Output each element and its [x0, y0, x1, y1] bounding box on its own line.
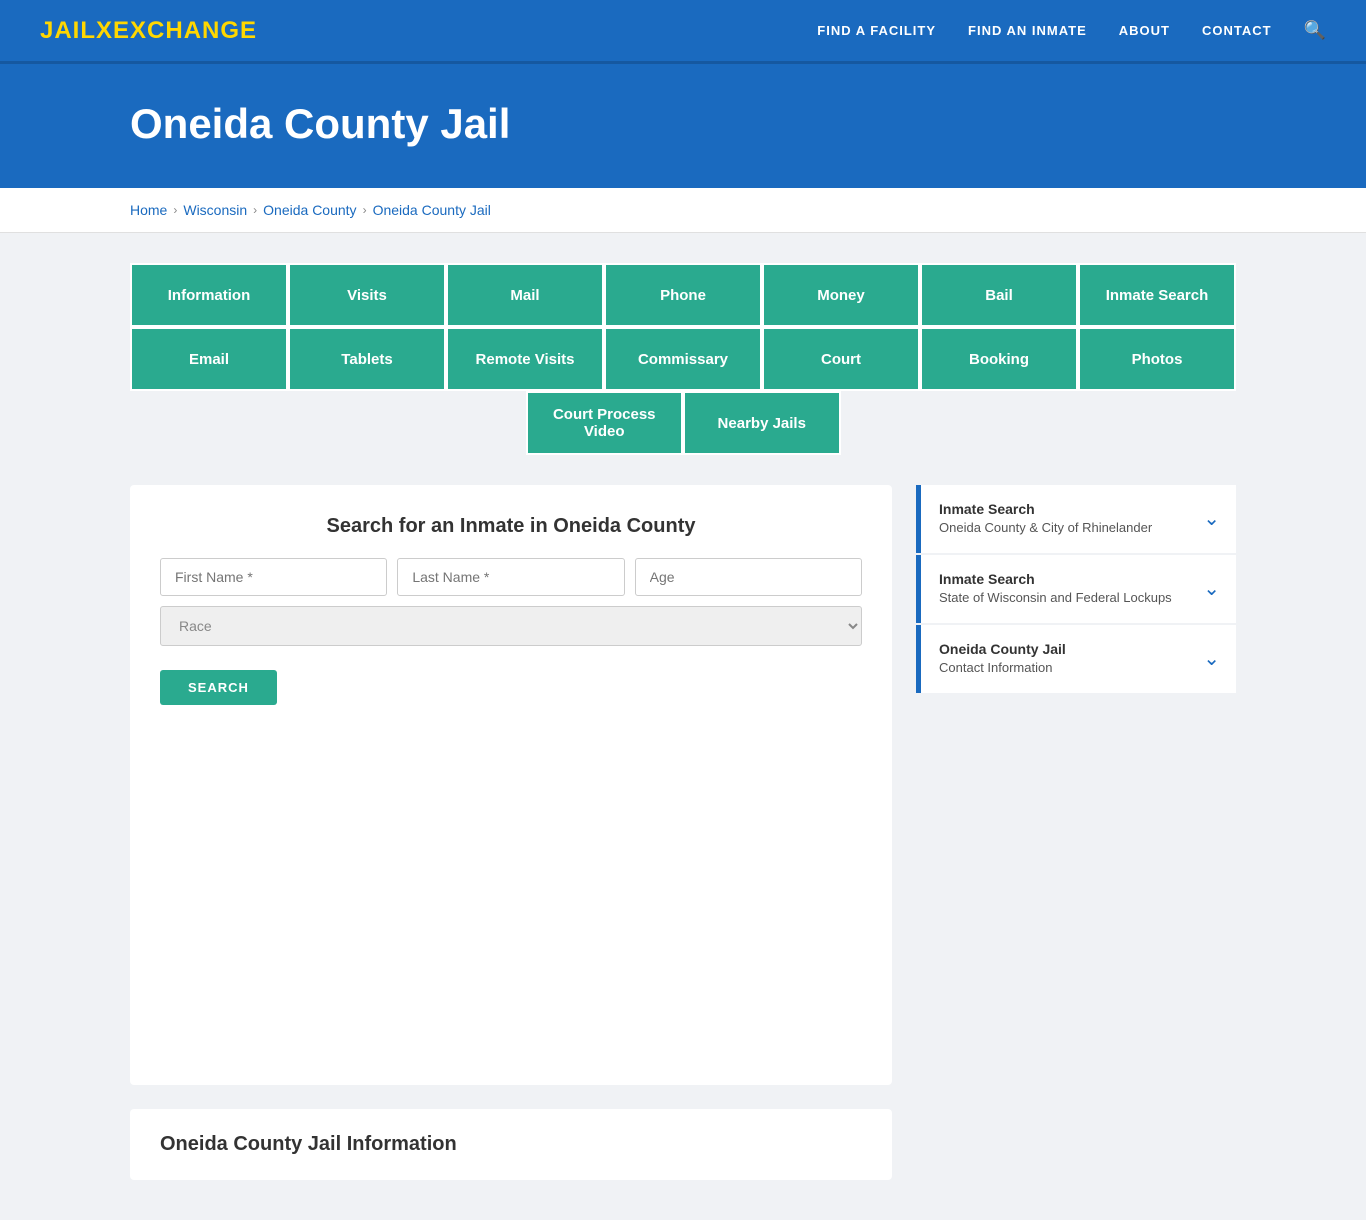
sidebar-item-text-contact: Oneida County Jail Contact Information: [939, 641, 1066, 677]
button-row-2: Email Tablets Remote Visits Commissary C…: [130, 327, 1236, 391]
race-select[interactable]: Race White Black Hispanic Asian Other: [160, 606, 862, 646]
btn-remote-visits[interactable]: Remote Visits: [446, 327, 604, 391]
button-row-3: Court Process Video Nearby Jails: [526, 391, 841, 455]
button-row-1: Information Visits Mail Phone Money Bail…: [130, 263, 1236, 327]
btn-bail[interactable]: Bail: [920, 263, 1078, 327]
site-logo[interactable]: JAILXEXCHANGE: [40, 17, 257, 45]
breadcrumb: Home › Wisconsin › Oneida County › Oneid…: [130, 202, 1236, 218]
sidebar-item-text-wisconsin: Inmate Search State of Wisconsin and Fed…: [939, 571, 1172, 607]
page-title: Oneida County Jail: [130, 100, 1236, 148]
search-form: Race White Black Hispanic Asian Other: [160, 558, 862, 646]
btn-nearby-jails[interactable]: Nearby Jails: [683, 391, 841, 455]
nav-find-facility[interactable]: FIND A FACILITY: [817, 23, 936, 38]
btn-visits[interactable]: Visits: [288, 263, 446, 327]
btn-mail[interactable]: Mail: [446, 263, 604, 327]
nav-find-inmate[interactable]: FIND AN INMATE: [968, 23, 1087, 38]
nav-about[interactable]: ABOUT: [1119, 23, 1170, 38]
nav-contact[interactable]: CONTACT: [1202, 23, 1272, 38]
search-panel-title: Search for an Inmate in Oneida County: [160, 515, 862, 538]
breadcrumb-home[interactable]: Home: [130, 202, 167, 218]
btn-court-process-video[interactable]: Court Process Video: [526, 391, 684, 455]
sidebar-item-subtext-wisconsin: State of Wisconsin and Federal Lockups: [939, 590, 1172, 607]
sidebar-item-subtext-contact: Contact Information: [939, 660, 1066, 677]
lower-section: Search for an Inmate in Oneida County Ra…: [130, 485, 1236, 1180]
first-name-input[interactable]: [160, 558, 387, 596]
chevron-down-icon-oneida: ⌄: [1203, 506, 1220, 531]
logo-jail: JAIL: [40, 17, 96, 44]
sidebar-item-heading-wisconsin: Inmate Search: [939, 571, 1172, 587]
btn-email[interactable]: Email: [130, 327, 288, 391]
breadcrumb-wisconsin[interactable]: Wisconsin: [183, 202, 247, 218]
breadcrumb-current: Oneida County Jail: [373, 202, 491, 218]
sidebar-item-text-oneida: Inmate Search Oneida County & City of Rh…: [939, 501, 1152, 537]
sidebar-item-inmate-search-oneida[interactable]: Inmate Search Oneida County & City of Rh…: [916, 485, 1236, 553]
chevron-down-icon-wisconsin: ⌄: [1203, 576, 1220, 601]
breadcrumb-oneida-county[interactable]: Oneida County: [263, 202, 356, 218]
breadcrumb-sep-1: ›: [173, 203, 177, 217]
btn-inmate-search[interactable]: Inmate Search: [1078, 263, 1236, 327]
age-input[interactable]: [635, 558, 862, 596]
search-button[interactable]: SEARCH: [160, 670, 277, 705]
btn-commissary[interactable]: Commissary: [604, 327, 762, 391]
btn-money[interactable]: Money: [762, 263, 920, 327]
page-bottom-section: Oneida County Jail Information: [130, 1109, 892, 1180]
inmate-search-panel: Search for an Inmate in Oneida County Ra…: [130, 485, 892, 1085]
search-icon-button[interactable]: 🔍: [1304, 20, 1326, 41]
sidebar-item-subtext-oneida: Oneida County & City of Rhinelander: [939, 520, 1152, 537]
logo-x: X: [96, 17, 113, 44]
hero-banner: Oneida County Jail: [0, 64, 1366, 188]
btn-photos[interactable]: Photos: [1078, 327, 1236, 391]
category-button-grid: Information Visits Mail Phone Money Bail…: [130, 263, 1236, 455]
btn-phone[interactable]: Phone: [604, 263, 762, 327]
sidebar-item-inmate-search-wisconsin[interactable]: Inmate Search State of Wisconsin and Fed…: [916, 555, 1236, 623]
right-sidebar: Inmate Search Oneida County & City of Rh…: [916, 485, 1236, 695]
logo-exchange: EXCHANGE: [113, 17, 257, 44]
main-nav: FIND A FACILITY FIND AN INMATE ABOUT CON…: [817, 20, 1326, 41]
btn-information[interactable]: Information: [130, 263, 288, 327]
btn-court[interactable]: Court: [762, 327, 920, 391]
breadcrumb-bar: Home › Wisconsin › Oneida County › Oneid…: [0, 188, 1366, 233]
page-bottom-title: Oneida County Jail Information: [160, 1133, 862, 1156]
breadcrumb-sep-3: ›: [363, 203, 367, 217]
sidebar-item-contact-info[interactable]: Oneida County Jail Contact Information ⌄: [916, 625, 1236, 693]
btn-tablets[interactable]: Tablets: [288, 327, 446, 391]
last-name-input[interactable]: [397, 558, 624, 596]
btn-booking[interactable]: Booking: [920, 327, 1078, 391]
sidebar-item-heading-contact: Oneida County Jail: [939, 641, 1066, 657]
main-content: Information Visits Mail Phone Money Bail…: [0, 233, 1366, 1220]
sidebar-item-heading-oneida: Inmate Search: [939, 501, 1152, 517]
breadcrumb-sep-2: ›: [253, 203, 257, 217]
site-header: JAILXEXCHANGE FIND A FACILITY FIND AN IN…: [0, 0, 1366, 64]
chevron-down-icon-contact: ⌄: [1203, 646, 1220, 671]
